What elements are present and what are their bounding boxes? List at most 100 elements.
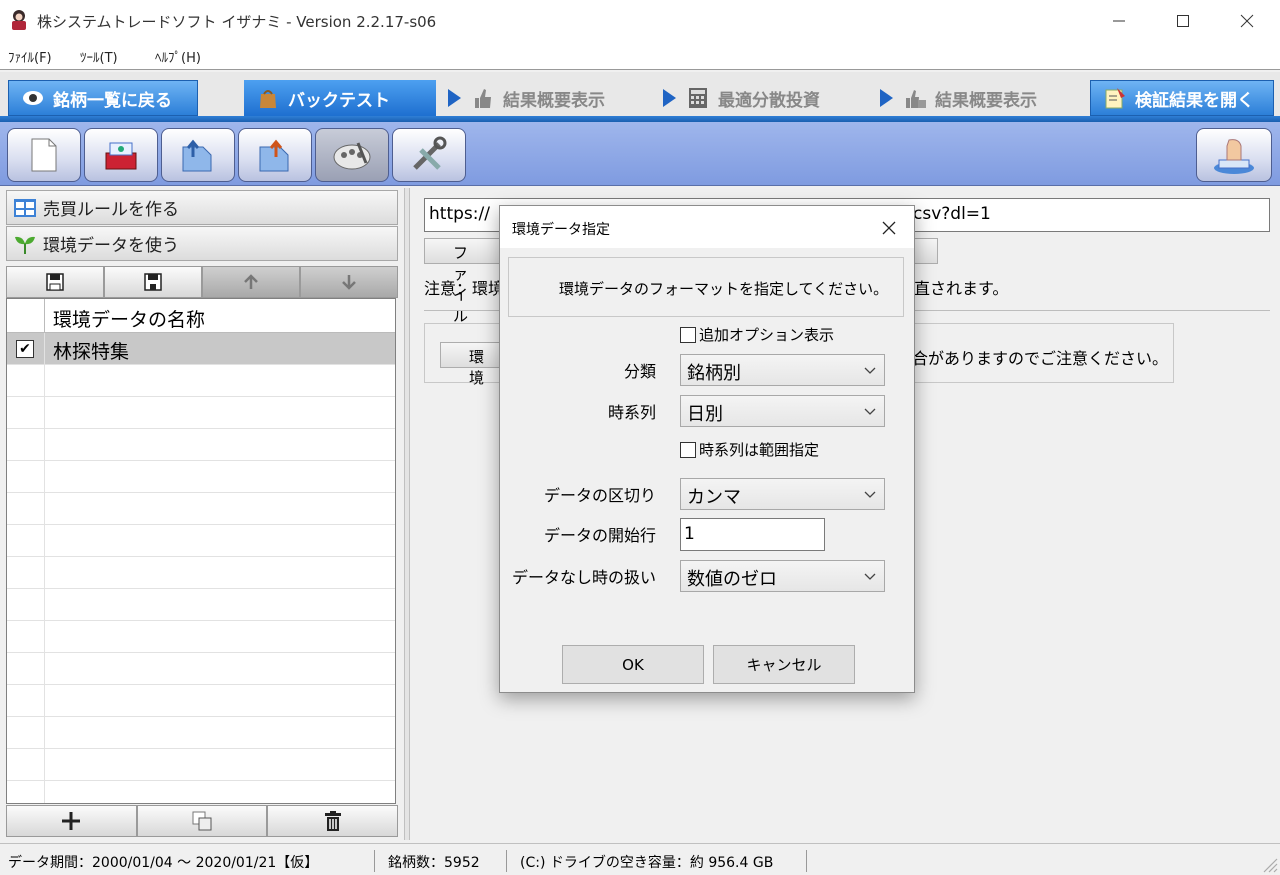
rule-header-button[interactable]: 売買ルールを作る: [6, 190, 398, 225]
new-document-icon: [31, 138, 57, 172]
dialog-message-box: 環境データのフォーマットを指定してください。: [508, 257, 904, 317]
table-row: [7, 493, 395, 525]
delete-button[interactable]: [267, 805, 399, 837]
ok-button[interactable]: OK: [562, 645, 704, 684]
checkbox-box: [680, 326, 696, 343]
file-button-right-edge[interactable]: [912, 238, 938, 264]
row-check-cell: [7, 685, 45, 716]
tools-button[interactable]: [392, 128, 466, 182]
chevron-down-icon: [864, 573, 876, 580]
missing-select[interactable]: 数値のゼロ: [680, 560, 885, 592]
panel-splitter[interactable]: [404, 188, 410, 840]
open-result-icon: [1105, 88, 1125, 109]
trash-icon: [324, 811, 341, 831]
save-as-button[interactable]: [104, 266, 202, 298]
menu-help[interactable]: ﾍﾙﾌﾟ(H): [155, 47, 201, 66]
option-checkbox-label: 追加オプション表示: [699, 326, 835, 344]
chevron-down-icon: [864, 491, 876, 498]
status-divider: [374, 850, 375, 872]
tab-summary-2[interactable]: 結果概要表示: [872, 80, 1045, 116]
row-check-cell: [7, 493, 45, 524]
move-up-button[interactable]: [202, 266, 300, 298]
env-data-table: 環境データの名称 ✔ 林探特集: [6, 298, 396, 804]
file-button[interactable]: ファイル: [424, 238, 504, 325]
row-check-cell: [7, 365, 45, 396]
row-check-cell: [7, 653, 45, 684]
menu-tools[interactable]: ﾂｰﾙ(T): [80, 47, 118, 66]
start-row-input[interactable]: 1: [680, 518, 825, 551]
copy-button[interactable]: [136, 805, 268, 837]
timeseries-select[interactable]: 日別: [680, 395, 885, 427]
table-row: [7, 653, 395, 685]
stamp-button[interactable]: [1196, 128, 1272, 182]
table-row: [7, 525, 395, 557]
status-divider: [506, 850, 507, 872]
row-checkbox[interactable]: ✔: [16, 340, 34, 358]
save-icon: [46, 273, 64, 291]
add-button[interactable]: [6, 805, 137, 837]
save-button[interactable]: [6, 266, 104, 298]
import-icon: [105, 142, 137, 170]
import-button[interactable]: [84, 128, 158, 182]
status-period: データ期間：2000/01/04 〜 2020/01/21【仮】: [8, 855, 319, 871]
export-button[interactable]: [161, 128, 235, 182]
bag-icon: [260, 90, 276, 108]
new-button[interactable]: [7, 128, 81, 182]
row-name: 林探特集: [53, 341, 130, 363]
category-select[interactable]: 銘柄別: [680, 354, 885, 386]
app-logo-icon: [12, 10, 26, 30]
row-check-cell: [7, 557, 45, 588]
table-row: [7, 749, 395, 781]
row-check-cell: [7, 525, 45, 556]
menu-file[interactable]: ﾌｧｲﾙ(F): [8, 47, 52, 66]
timeseries-label: 時系列: [607, 403, 656, 422]
table-row: [7, 429, 395, 461]
env-header-button[interactable]: 環境データを使う: [6, 226, 398, 261]
tab-optimize[interactable]: 最適分散投資: [655, 80, 828, 116]
timeseries-value: 日別: [687, 404, 723, 425]
stamp-icon: [1214, 139, 1254, 174]
tab-backtest[interactable]: バックテスト: [244, 80, 436, 116]
thumbs-up-table-icon: [906, 90, 926, 108]
ok-label: OK: [622, 655, 644, 674]
env-list-bottom-toolbar: [6, 805, 399, 837]
status-drive: (C:) ドライブの空き容量：約 956.4 GB: [520, 855, 774, 871]
close-window-button[interactable]: [1224, 6, 1270, 36]
maximize-button[interactable]: [1160, 6, 1206, 36]
palette-button[interactable]: [315, 128, 389, 182]
row-check-cell: [7, 589, 45, 620]
tab-open-result[interactable]: 検証結果を開く: [1090, 80, 1274, 116]
column-header-name: 環境データの名称: [53, 309, 206, 331]
row-check-cell: [7, 749, 45, 780]
env-header-label: 環境データを使う: [43, 236, 179, 256]
copy-icon: [192, 811, 212, 831]
start-row-label: データの開始行: [543, 526, 656, 545]
tab-summary-1-label: 結果概要表示: [503, 90, 605, 111]
cancel-button[interactable]: キャンセル: [713, 645, 855, 684]
option-checkbox[interactable]: 追加オプション表示: [680, 324, 834, 345]
checkbox-box: [680, 441, 696, 458]
env-data-dialog: 環境データ指定 環境データのフォーマットを指定してください。 追加オプション表示…: [499, 205, 915, 693]
export-alt-button[interactable]: [238, 128, 312, 182]
table-row: [7, 557, 395, 589]
table-row[interactable]: ✔ 林探特集: [7, 333, 395, 365]
row-check-cell: [7, 781, 45, 803]
row-check-cell: [7, 397, 45, 428]
minimize-icon: [1113, 20, 1125, 22]
dialog-close-button[interactable]: [874, 216, 904, 240]
resize-grip-icon[interactable]: [1258, 853, 1278, 873]
arrow-down-icon: [342, 275, 356, 290]
tab-back-to-list[interactable]: 銘柄一覧に戻る: [8, 80, 198, 116]
tab-summary-2-label: 結果概要表示: [935, 90, 1037, 111]
range-checkbox-label: 時系列は範囲指定: [699, 441, 820, 459]
move-down-button[interactable]: [300, 266, 398, 298]
range-checkbox[interactable]: 時系列は範囲指定: [680, 439, 819, 460]
tab-summary-1[interactable]: 結果概要表示: [440, 80, 613, 116]
delimiter-select[interactable]: カンマ: [680, 478, 885, 510]
minimize-button[interactable]: [1096, 6, 1142, 36]
export-icon: [182, 139, 212, 172]
save-as-icon: [144, 273, 162, 291]
note-suffix: 直されます。: [914, 279, 1009, 298]
status-count: 銘柄数：5952: [388, 855, 480, 871]
dialog-message: 環境データのフォーマットを指定してください。: [559, 280, 889, 298]
